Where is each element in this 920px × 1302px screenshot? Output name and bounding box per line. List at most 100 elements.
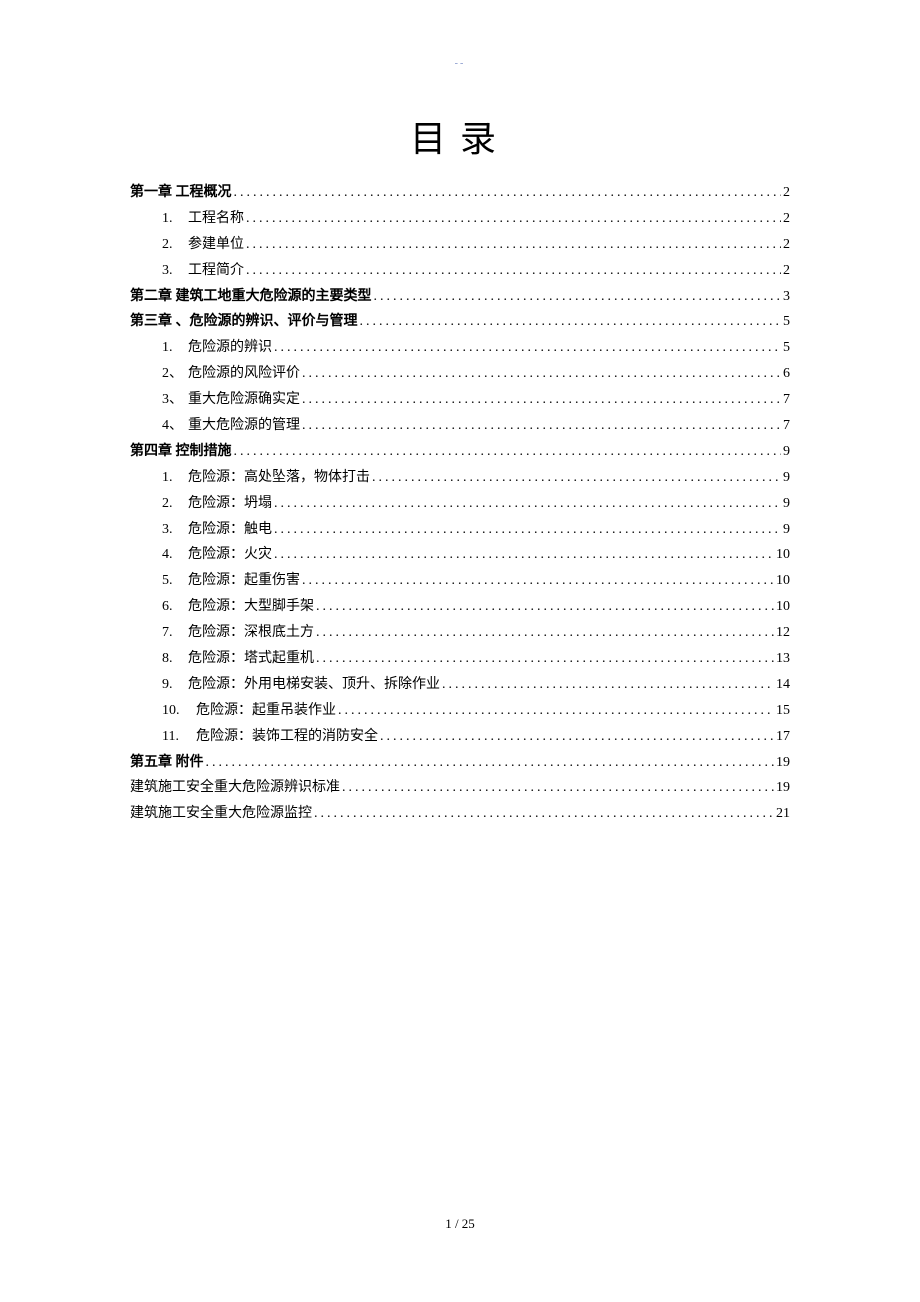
toc-entry: 7.危险源：深根底土方 12: [130, 620, 790, 646]
toc-entry-number: 4、: [162, 413, 188, 439]
toc-leader-dots: [372, 465, 781, 491]
toc-entry-number: 9.: [162, 672, 188, 698]
toc-entry-label: 危险源：火灾: [188, 542, 272, 568]
toc-leader-dots: [442, 672, 774, 698]
toc-entry-label: 危险源：塔式起重机: [188, 646, 314, 672]
toc-entry-label: 建筑施工安全重大危险源辨识标准: [130, 775, 340, 801]
toc-entry-label: 危险源：大型脚手架: [188, 594, 314, 620]
toc-entry-number: 8.: [162, 646, 188, 672]
toc-entry-label: 危险源的风险评价: [188, 361, 300, 387]
table-of-contents: 第一章 工程概况21.工程名称22.参建单位23.工程简介2第二章 建筑工地重大…: [130, 180, 790, 827]
toc-entry-page: 3: [783, 284, 790, 310]
toc-entry-number: 5.: [162, 568, 188, 594]
toc-entry-label: 危险源：深根底土方: [188, 620, 314, 646]
toc-entry: 第五章 附件 19: [130, 750, 790, 776]
toc-entry: 第三章 、危险源的辨识、评价与管理 5: [130, 309, 790, 335]
toc-entry: 第四章 控制措施 9: [130, 439, 790, 465]
toc-entry-number: 1.: [162, 335, 188, 361]
toc-leader-dots: [274, 542, 774, 568]
toc-leader-dots: [246, 232, 781, 258]
toc-entry-page: 15: [776, 698, 790, 724]
toc-entry-page: 17: [776, 724, 790, 750]
toc-entry-label: 危险源：装饰工程的消防安全: [196, 724, 378, 750]
toc-entry-label: 第四章 控制措施: [130, 439, 232, 465]
toc-entry: 11. 危险源：装饰工程的消防安全17: [130, 724, 790, 750]
toc-leader-dots: [316, 594, 774, 620]
toc-entry-page: 19: [776, 750, 790, 776]
toc-entry-page: 7: [783, 413, 790, 439]
toc-entry-label: 危险源：坍塌: [188, 491, 272, 517]
toc-entry-page: 2: [783, 258, 790, 284]
toc-leader-dots: [338, 698, 774, 724]
toc-entry: 1.工程名称 2: [130, 206, 790, 232]
toc-entry-label: 第三章 、危险源的辨识、评价与管理: [130, 309, 358, 335]
toc-entry-page: 10: [776, 568, 790, 594]
toc-entry-page: 10: [776, 594, 790, 620]
toc-entry: 8.危险源：塔式起重机13: [130, 646, 790, 672]
toc-entry: 5.危险源：起重伤害 10: [130, 568, 790, 594]
toc-entry-label: 第二章 建筑工地重大危险源的主要类型: [130, 284, 372, 310]
toc-entry-page: 9: [783, 491, 790, 517]
toc-entry-page: 10: [776, 542, 790, 568]
toc-entry-page: 19: [776, 775, 790, 801]
toc-entry-label: 危险源：触电: [188, 517, 272, 543]
toc-leader-dots: [246, 206, 781, 232]
toc-entry: 第二章 建筑工地重大危险源的主要类型 3: [130, 284, 790, 310]
toc-entry-label: 危险源：起重伤害: [188, 568, 300, 594]
toc-entry-label: 危险源：外用电梯安装、顶升、拆除作业: [188, 672, 440, 698]
toc-entry: 6.危险源：大型脚手架10: [130, 594, 790, 620]
toc-entry: 3.工程简介 2: [130, 258, 790, 284]
toc-entry: 4.危险源：火灾 10: [130, 542, 790, 568]
toc-entry: 3.危险源：触电 9: [130, 517, 790, 543]
toc-entry-number: 3.: [162, 517, 188, 543]
toc-entry-page: 6: [783, 361, 790, 387]
toc-entry-page: 14: [776, 672, 790, 698]
toc-leader-dots: [206, 750, 775, 776]
toc-entry-label: 危险源：高处坠落，物体打击: [188, 465, 370, 491]
header-mark: --: [455, 58, 466, 69]
toc-entry-page: 2: [783, 180, 790, 206]
toc-leader-dots: [316, 646, 774, 672]
toc-entry-label: 危险源：起重吊装作业: [196, 698, 336, 724]
toc-entry: 9.危险源：外用电梯安装、顶升、拆除作业 14: [130, 672, 790, 698]
toc-entry-number: 1.: [162, 465, 188, 491]
toc-entry-number: 3、: [162, 387, 188, 413]
toc-entry-number: 7.: [162, 620, 188, 646]
toc-entry-page: 9: [783, 439, 790, 465]
toc-entry-label: 危险源的辨识: [188, 335, 272, 361]
toc-entry-page: 5: [783, 309, 790, 335]
toc-entry-number: 4.: [162, 542, 188, 568]
toc-entry-label: 第五章 附件: [130, 750, 204, 776]
toc-leader-dots: [274, 335, 781, 361]
toc-leader-dots: [302, 413, 781, 439]
toc-entry: 建筑施工安全重大危险源辨识标准 19: [130, 775, 790, 801]
toc-entry-label: 工程简介: [188, 258, 244, 284]
toc-leader-dots: [274, 517, 781, 543]
toc-entry-number: 10.: [162, 698, 196, 724]
toc-entry: 2、 危险源的风险评价6: [130, 361, 790, 387]
toc-leader-dots: [342, 775, 774, 801]
toc-leader-dots: [302, 387, 781, 413]
toc-entry: 1.危险源：高处坠落，物体打击 9: [130, 465, 790, 491]
toc-entry: 10. 危险源：起重吊装作业 15: [130, 698, 790, 724]
toc-entry-label: 建筑施工安全重大危险源监控: [130, 801, 312, 827]
toc-entry: 3、 重大危险源确实定7: [130, 387, 790, 413]
toc-entry-label: 工程名称: [188, 206, 244, 232]
toc-entry-page: 9: [783, 465, 790, 491]
toc-leader-dots: [360, 309, 782, 335]
toc-entry-page: 9: [783, 517, 790, 543]
page-footer: 1 / 25: [0, 1216, 920, 1232]
toc-entry-number: 2.: [162, 491, 188, 517]
toc-leader-dots: [316, 620, 774, 646]
toc-entry-page: 2: [783, 206, 790, 232]
toc-leader-dots: [302, 568, 774, 594]
toc-leader-dots: [234, 180, 782, 206]
toc-entry-page: 2: [783, 232, 790, 258]
toc-leader-dots: [374, 284, 782, 310]
toc-entry-number: 1.: [162, 206, 188, 232]
toc-leader-dots: [302, 361, 781, 387]
toc-entry-page: 12: [776, 620, 790, 646]
toc-entry-page: 7: [783, 387, 790, 413]
toc-entry-label: 参建单位: [188, 232, 244, 258]
toc-entry-number: 3.: [162, 258, 188, 284]
